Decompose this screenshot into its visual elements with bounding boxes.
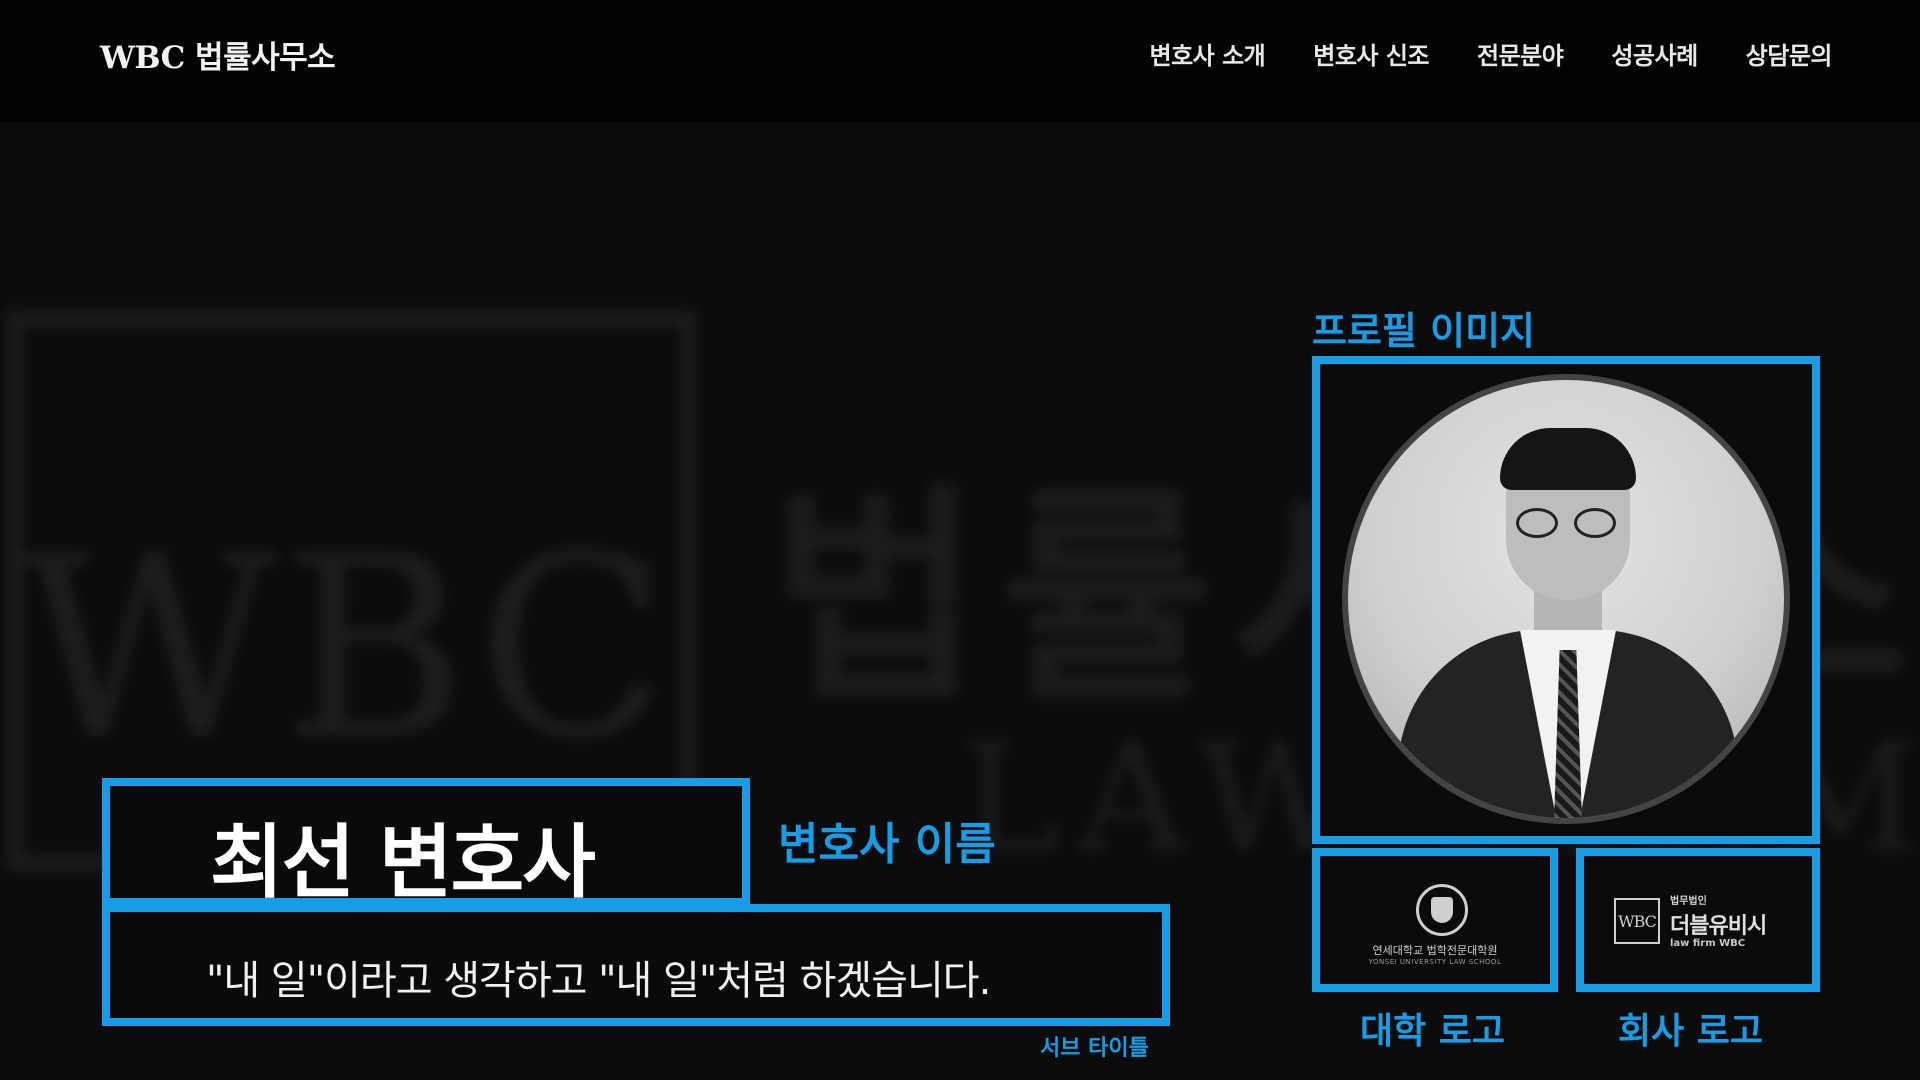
photo-glasses xyxy=(1516,508,1620,538)
watermark-wbc: WBC xyxy=(20,502,675,793)
annotation-company-logo: 회사 로고 xyxy=(1618,1011,1764,1052)
university-english: YONSEI UNIVERSITY LAW SCHOOL xyxy=(1368,958,1502,966)
profile-photo xyxy=(1342,374,1790,824)
firm-type: 법무법인 xyxy=(1670,896,1707,907)
lawyer-name-frame: 최선 변호사 xyxy=(102,778,750,909)
site-logo[interactable]: WBC 법률사무소 xyxy=(100,32,336,77)
university-logo-frame: 연세대학교 법학전문대학원 YONSEI UNIVERSITY LAW SCHO… xyxy=(1312,848,1558,992)
company-logo-frame: WBC 법무법인 더블유비시 law firm WBC xyxy=(1576,848,1820,992)
annotation-lawyer-name: 변호사 이름 xyxy=(778,819,996,870)
photo-hair xyxy=(1500,428,1636,490)
subtitle-frame: "내 일"이라고 생각하고 "내 일"처럼 하겠습니다. xyxy=(102,904,1170,1026)
subtitle-text: "내 일"이라고 생각하고 "내 일"처럼 하겠습니다. xyxy=(206,958,991,1004)
firm-english: law firm WBC xyxy=(1670,938,1746,949)
annotation-profile-image: 프로필 이미지 xyxy=(1312,309,1535,353)
university-name: 연세대학교 법학전문대학원 xyxy=(1372,944,1498,957)
university-crest-icon xyxy=(1416,884,1468,936)
site-header: WBC 법률사무소 변호사 소개 변호사 신조 전문분야 성공사례 상담문의 xyxy=(0,0,1920,122)
main-nav: 변호사 소개 변호사 신조 전문분야 성공사례 상담문의 xyxy=(1149,36,1832,71)
nav-item-consultation[interactable]: 상담문의 xyxy=(1746,36,1833,71)
nav-item-lawyer-creed[interactable]: 변호사 신조 xyxy=(1313,36,1429,71)
nav-item-success-cases[interactable]: 성공사례 xyxy=(1611,36,1698,71)
annotation-university-logo: 대학 로고 xyxy=(1360,1011,1506,1052)
profile-image-frame xyxy=(1312,356,1820,844)
firm-name: 더블유비시 xyxy=(1670,914,1767,939)
nav-item-specialties[interactable]: 전문분야 xyxy=(1477,36,1564,71)
annotation-subtitle: 서브 타이틀 xyxy=(1040,1036,1149,1061)
lawyer-name: 최선 변호사 xyxy=(210,816,596,909)
firm-mark-icon: WBC xyxy=(1614,898,1660,944)
nav-item-lawyer-intro[interactable]: 변호사 소개 xyxy=(1149,36,1265,71)
